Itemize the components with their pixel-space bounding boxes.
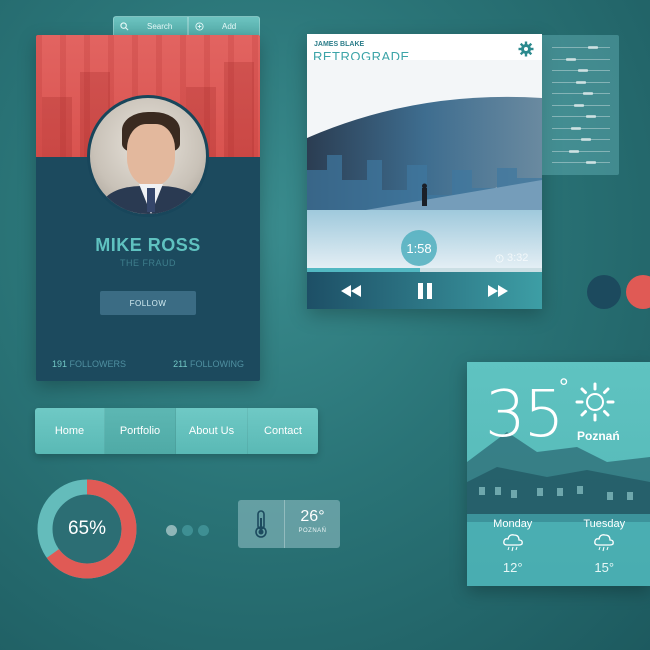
- weather-degree: °: [559, 374, 569, 401]
- music-player: JAMES BLAKE RETROGRADE 1:58 3:32: [307, 34, 542, 309]
- thermometer-icon: [255, 510, 267, 538]
- artist-name: JAMES BLAKE: [314, 41, 365, 48]
- plus-circle-icon: [195, 21, 204, 31]
- followers-stat[interactable]: 191 FOLLOWERS: [52, 359, 126, 369]
- nav-item-portfolio[interactable]: Portfolio: [105, 408, 176, 454]
- equalizer-track: [552, 93, 610, 94]
- current-time-bubble: 1:58: [401, 230, 437, 266]
- equalizer-knob[interactable]: [588, 46, 598, 49]
- equalizer-track: [552, 47, 610, 48]
- rewind-button[interactable]: [339, 282, 363, 300]
- nav-item-contact[interactable]: Contact: [248, 408, 318, 454]
- rewind-icon: [341, 284, 361, 297]
- equalizer-knob[interactable]: [580, 138, 591, 141]
- weather-city: Poznań: [577, 429, 620, 443]
- temperature-value: 26°: [300, 508, 325, 525]
- equalizer-knob[interactable]: [583, 92, 594, 95]
- following-stat[interactable]: 211 FOLLOWING: [173, 359, 244, 369]
- temperature-city: POZNAŃ: [298, 528, 327, 534]
- swatch-coral[interactable]: [626, 275, 650, 309]
- search-tab-label: Search: [147, 21, 173, 31]
- equalizer-track: [552, 58, 610, 60]
- equalizer-knob[interactable]: [578, 69, 589, 72]
- following-count: 211: [173, 359, 188, 369]
- profile-subtitle: THE FRAUD: [120, 258, 176, 268]
- gear-icon[interactable]: [518, 41, 534, 57]
- pager-dots: [166, 525, 209, 536]
- following-label: FOLLOWING: [189, 359, 244, 369]
- swatch-navy[interactable]: [587, 275, 621, 309]
- forecast-day-tuesday[interactable]: Tuesday 15°: [559, 514, 650, 586]
- avatar[interactable]: [87, 95, 209, 217]
- sun-icon: [575, 382, 615, 422]
- add-tab[interactable]: Add: [188, 16, 260, 36]
- equalizer-knob[interactable]: [576, 80, 586, 84]
- fast-forward-icon: [488, 284, 508, 297]
- temperature-widget: 26° POZNAŃ: [238, 500, 340, 548]
- forecast-temp: 15°: [594, 560, 615, 575]
- follow-button[interactable]: FOLLOW: [100, 291, 196, 315]
- profile-stats: 191 FOLLOWERS 211 FOLLOWING: [52, 359, 244, 369]
- nav-item-about-us[interactable]: About Us: [176, 408, 248, 454]
- equalizer-track: [552, 150, 610, 152]
- forecast-day-name: Monday: [493, 518, 533, 530]
- nav-item-home[interactable]: Home: [35, 408, 105, 454]
- weather-card: 35 ° Poznań Monday 12° Tuesday 15°: [467, 362, 650, 586]
- weather-forecast: Monday 12° Tuesday 15°: [467, 514, 650, 586]
- remaining-time: 3:32: [495, 252, 528, 264]
- rain-cloud-icon: [594, 534, 615, 552]
- pause-button[interactable]: [413, 282, 437, 300]
- equalizer-knob[interactable]: [585, 115, 596, 118]
- top-tabs: Search Add: [113, 16, 260, 36]
- equalizer-panel: [542, 35, 619, 175]
- pause-icon: [417, 282, 432, 299]
- forecast-temp: 12°: [502, 560, 523, 575]
- player-controls: [307, 272, 542, 309]
- pager-dot[interactable]: [182, 525, 193, 536]
- fast-forward-button[interactable]: [486, 282, 510, 300]
- followers-count: 191: [52, 359, 68, 369]
- equalizer-knob[interactable]: [571, 126, 582, 130]
- forecast-day-name: Tuesday: [583, 518, 626, 530]
- followers-label: FOLLOWERS: [69, 359, 127, 369]
- search-icon: [120, 21, 129, 30]
- equalizer-knob[interactable]: [566, 57, 577, 61]
- remaining-time-text: 3:32: [507, 252, 529, 264]
- add-tab-label: Add: [222, 21, 237, 31]
- pager-dot[interactable]: [198, 525, 209, 536]
- search-tab[interactable]: Search: [113, 16, 188, 36]
- equalizer-knob[interactable]: [585, 161, 596, 164]
- profile-name: MIKE ROSS: [95, 235, 201, 255]
- rain-cloud-icon: [502, 534, 523, 552]
- clock-icon: [495, 253, 504, 263]
- equalizer-track: [552, 116, 610, 117]
- equalizer-knob[interactable]: [573, 103, 584, 107]
- weather-temperature: 35: [485, 378, 564, 452]
- profile-card: MIKE ROSS THE FRAUD FOLLOW 191 FOLLOWERS…: [36, 35, 260, 381]
- progress-donut: 65%: [36, 478, 138, 580]
- nav-bar: Home Portfolio About Us Contact: [35, 408, 318, 454]
- equalizer-knob[interactable]: [568, 149, 579, 153]
- donut-percent: 65%: [67, 518, 107, 539]
- equalizer-track: [552, 162, 610, 163]
- forecast-day-monday[interactable]: Monday 12°: [467, 514, 559, 586]
- pager-dot[interactable]: [166, 525, 177, 536]
